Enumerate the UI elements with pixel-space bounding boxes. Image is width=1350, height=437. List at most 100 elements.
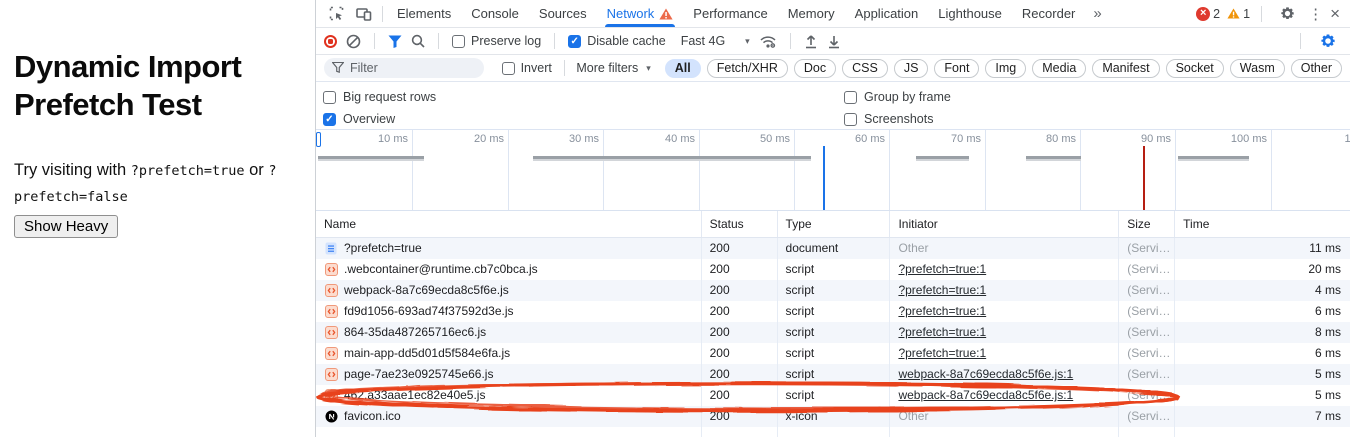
request-size: (Servi… (1119, 343, 1175, 364)
request-row-favicon[interactable]: favicon.ico 200 x-icon Other (Servi… 7 m… (316, 406, 1350, 427)
request-status: 200 (702, 259, 778, 280)
preserve-log-checkbox[interactable] (452, 35, 465, 48)
invert-control[interactable]: Invert (502, 61, 552, 75)
filter-input[interactable] (324, 58, 484, 78)
request-time: 5 ms (1175, 385, 1350, 406)
request-type: script (778, 259, 891, 280)
tab-network[interactable]: Network (597, 0, 684, 27)
network-conditions-icon[interactable] (759, 34, 777, 49)
request-type: script (778, 301, 891, 322)
inspect-element-icon[interactable] (327, 5, 345, 23)
request-row-fd9d1056[interactable]: fd9d1056-693ad74f37592d3e.js 200 script … (316, 301, 1350, 322)
export-har-icon[interactable] (827, 34, 841, 49)
chip-all[interactable]: All (665, 59, 701, 78)
timeline-tick: 40 ms (604, 130, 700, 210)
divider (564, 60, 565, 76)
initiator-link[interactable]: webpack-8a7c69ecda8c5f6e.js:1 (898, 388, 1073, 402)
initiator-link[interactable]: ?prefetch=true:1 (898, 346, 986, 360)
chip-socket[interactable]: Socket (1166, 59, 1224, 78)
overview-control[interactable]: ✓ Overview (323, 112, 395, 126)
chip-img[interactable]: Img (985, 59, 1026, 78)
column-header-type[interactable]: Type (778, 211, 891, 237)
chip-wasm[interactable]: Wasm (1230, 59, 1285, 78)
error-count-badge[interactable]: × 2 (1196, 7, 1220, 21)
network-settings-gear-icon[interactable] (1319, 32, 1337, 50)
initiator-link[interactable]: ?prefetch=true:1 (898, 304, 986, 318)
more-filters-dropdown[interactable]: More filters ▾ (576, 61, 650, 75)
column-header-initiator[interactable]: Initiator (890, 211, 1119, 237)
import-har-icon[interactable] (804, 34, 818, 49)
chip-manifest[interactable]: Manifest (1092, 59, 1159, 78)
initiator-link[interactable]: ?prefetch=true:1 (898, 262, 986, 276)
close-devtools-icon[interactable]: × (1330, 4, 1340, 24)
request-row-webpack[interactable]: webpack-8a7c69ecda8c5f6e.js 200 script ?… (316, 280, 1350, 301)
chip-css[interactable]: CSS (842, 59, 888, 78)
tab-sources[interactable]: Sources (529, 0, 597, 27)
tab-recorder[interactable]: Recorder (1012, 0, 1085, 27)
request-row-main-app[interactable]: main-app-dd5d01d5f584e6fa.js 200 script … (316, 343, 1350, 364)
settings-gear-icon[interactable] (1278, 5, 1296, 23)
disable-cache-checkbox[interactable]: ✓ (568, 35, 581, 48)
tab-elements[interactable]: Elements (387, 0, 461, 27)
tab-application[interactable]: Application (845, 0, 929, 27)
overview-activity-bar (916, 156, 969, 161)
initiator-link[interactable]: webpack-8a7c69ecda8c5f6e.js:1 (898, 367, 1073, 381)
tab-console[interactable]: Console (461, 0, 529, 27)
overview-selection-handle[interactable] (316, 132, 321, 147)
request-size: (Servi… (1119, 259, 1175, 280)
request-row-prefetch-true[interactable]: ?prefetch=true 200 document Other (Servi… (316, 238, 1350, 259)
devtools-panel: Elements Console Sources Network Perform… (315, 0, 1350, 437)
initiator-link[interactable]: ?prefetch=true:1 (898, 325, 986, 339)
screenshots-checkbox[interactable] (844, 113, 857, 126)
request-row-page[interactable]: page-7ae23e0925745e66.js 200 script webp… (316, 364, 1350, 385)
request-type: script (778, 364, 891, 385)
chip-js[interactable]: JS (894, 59, 929, 78)
column-header-size[interactable]: Size (1119, 211, 1175, 237)
big-request-rows-checkbox[interactable] (323, 91, 336, 104)
tab-lighthouse[interactable]: Lighthouse (928, 0, 1012, 27)
clear-network-log-icon[interactable] (346, 34, 361, 49)
request-status: 200 (702, 385, 778, 406)
chip-doc[interactable]: Doc (794, 59, 836, 78)
overview-checkbox[interactable]: ✓ (323, 113, 336, 126)
error-icon: × (1196, 7, 1210, 21)
filter-toggle-icon[interactable] (388, 35, 402, 48)
network-overview-timeline[interactable]: 10 ms 20 ms 30 ms 40 ms 50 ms 60 ms 70 m… (316, 130, 1350, 211)
chip-media[interactable]: Media (1032, 59, 1086, 78)
divider (1261, 6, 1262, 22)
chip-fetch-xhr[interactable]: Fetch/XHR (707, 59, 788, 78)
group-by-frame-checkbox[interactable] (844, 91, 857, 104)
initiator-link[interactable]: ?prefetch=true:1 (898, 283, 986, 297)
column-header-name[interactable]: Name (316, 211, 702, 237)
search-icon[interactable] (411, 34, 425, 48)
request-size: (Servi… (1119, 406, 1175, 427)
load-event-marker (1143, 146, 1145, 210)
chip-other[interactable]: Other (1291, 59, 1342, 78)
screenshots-control[interactable]: Screenshots (844, 112, 933, 126)
tab-memory[interactable]: Memory (778, 0, 845, 27)
show-heavy-button[interactable]: Show Heavy (14, 215, 118, 238)
disable-cache-control[interactable]: ✓ Disable cache (568, 34, 666, 48)
chip-font[interactable]: Font (934, 59, 979, 78)
request-row-864[interactable]: 864-35da487265716ec6.js 200 script ?pref… (316, 322, 1350, 343)
preserve-log-control[interactable]: Preserve log (452, 34, 541, 48)
request-table-header: Name Status Type Initiator Size Time (316, 211, 1350, 238)
timeline-tick: 100 ms (1176, 130, 1272, 210)
request-row-462-circled[interactable]: 462.a33aae1ec82e40e5.js 200 script webpa… (316, 385, 1350, 406)
more-filters-label: More filters (576, 61, 638, 75)
device-toolbar-icon[interactable] (355, 5, 373, 23)
big-request-rows-control[interactable]: Big request rows (323, 90, 436, 104)
request-size: (Servi… (1119, 280, 1175, 301)
record-network-log-icon[interactable] (324, 35, 337, 48)
invert-checkbox[interactable] (502, 62, 515, 75)
column-header-status[interactable]: Status (702, 211, 778, 237)
column-header-time[interactable]: Time (1175, 211, 1350, 237)
warning-count-badge[interactable]: 1 (1227, 7, 1250, 21)
overflow-menu-icon[interactable]: ⋮ (1308, 5, 1323, 23)
throttling-select[interactable]: Fast 4G ▾ (681, 34, 750, 48)
tab-performance[interactable]: Performance (683, 0, 777, 27)
group-by-frame-control[interactable]: Group by frame (844, 90, 951, 104)
request-name: webpack-8a7c69ecda8c5f6e.js (344, 280, 509, 301)
request-row-webcontainer-runtime[interactable]: .webcontainer@runtime.cb7c0bca.js 200 sc… (316, 259, 1350, 280)
more-tabs-icon[interactable]: » (1085, 5, 1109, 22)
